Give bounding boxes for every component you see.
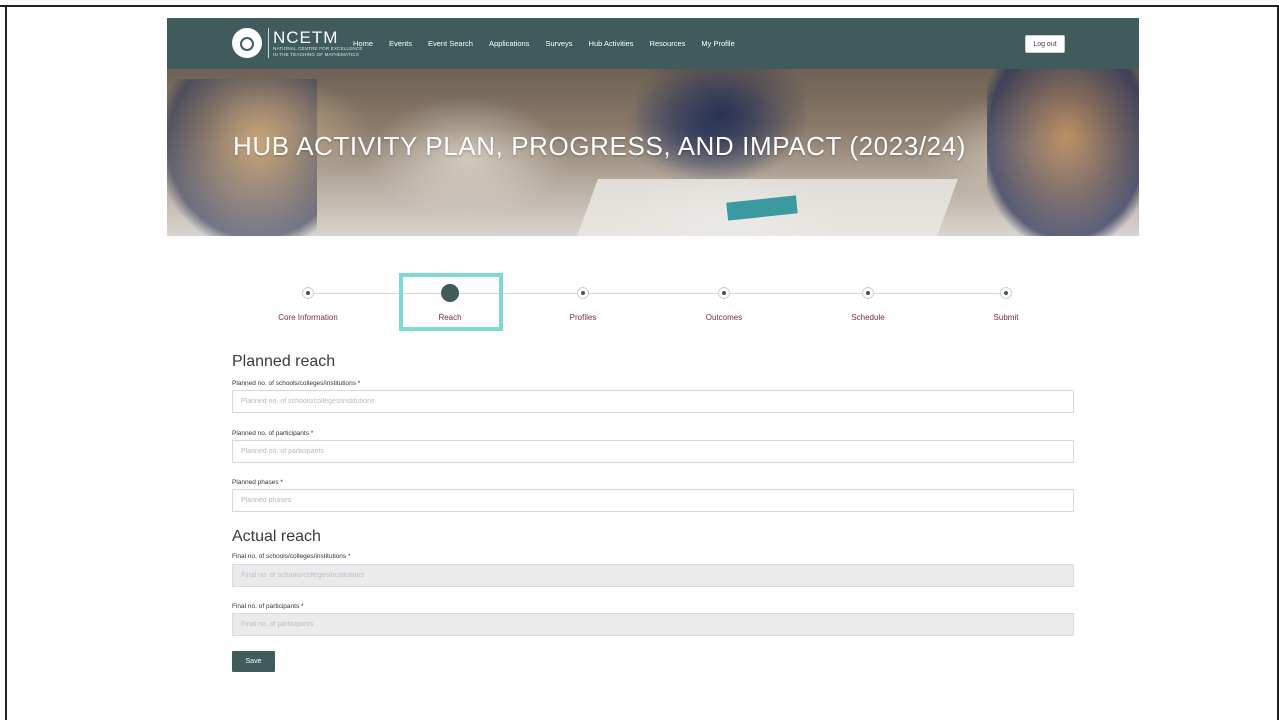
window-border-left xyxy=(5,5,7,720)
hero-photo-child-right xyxy=(987,69,1139,236)
hero-banner: HUB ACTIVITY PLAN, PROGRESS, AND IMPACT … xyxy=(167,69,1139,236)
actual-reach-title: Actual reach xyxy=(232,528,321,545)
nav-applications[interactable]: Applications xyxy=(489,39,529,48)
planned-phases-input[interactable] xyxy=(232,489,1074,512)
nav-my-profile[interactable]: My Profile xyxy=(701,39,734,48)
step-label: Core Information xyxy=(278,313,338,322)
final-participants-label: Final no. of participants * xyxy=(232,603,304,610)
step-dot-icon xyxy=(862,287,874,299)
step-core-information[interactable]: Core Information xyxy=(248,282,368,322)
step-outcomes[interactable]: Outcomes xyxy=(664,282,784,322)
planned-schools-input[interactable] xyxy=(232,390,1074,413)
nav-hub-activities[interactable]: Hub Activities xyxy=(589,39,634,48)
step-label: Schedule xyxy=(851,313,885,322)
step-dot-icon xyxy=(1000,287,1012,299)
nav-events[interactable]: Events xyxy=(389,39,412,48)
site-header: NCETM NATIONAL CENTRE FOR EXCELLENCE IN … xyxy=(167,18,1139,69)
step-dot-icon xyxy=(577,287,589,299)
progress-stepper: Core Information Reach Profiles Outcomes… xyxy=(232,282,1074,332)
planned-reach-title: Planned reach xyxy=(232,353,336,370)
logout-button[interactable]: Log out xyxy=(1025,35,1065,53)
logo-title: NCETM xyxy=(273,27,339,47)
logo-subtitle-1: NATIONAL CENTRE FOR EXCELLENCE xyxy=(273,45,363,51)
step-label: Outcomes xyxy=(705,313,743,322)
final-participants-input[interactable] xyxy=(232,613,1074,636)
page-title: HUB ACTIVITY PLAN, PROGRESS, AND IMPACT … xyxy=(233,131,967,161)
planned-schools-label: Planned no. of schools/colleges/institut… xyxy=(232,380,361,387)
planned-participants-label: Planned no. of participants * xyxy=(232,430,314,437)
nav-resources[interactable]: Resources xyxy=(650,39,686,48)
planned-participants-input[interactable] xyxy=(232,440,1074,463)
hero-photo-child-center xyxy=(637,69,807,179)
step-label: Profiles xyxy=(569,313,597,322)
step-submit[interactable]: Submit xyxy=(946,282,1066,322)
window-border-top xyxy=(0,5,1279,7)
save-button[interactable]: Save xyxy=(232,651,275,672)
step-dot-icon xyxy=(718,287,730,299)
step-profiles[interactable]: Profiles xyxy=(523,282,643,322)
ncetm-logo[interactable]: NCETM NATIONAL CENTRE FOR EXCELLENCE IN … xyxy=(232,28,363,58)
main-nav: Home Events Event Search Applications Su… xyxy=(353,18,751,69)
nav-home[interactable]: Home xyxy=(353,39,373,48)
final-schools-input[interactable] xyxy=(232,564,1074,587)
active-step-highlight xyxy=(399,273,503,331)
planned-phases-label: Planned phases * xyxy=(232,479,283,486)
step-label: Submit xyxy=(993,313,1019,322)
final-schools-label: Final no. of schools/colleges/institutio… xyxy=(232,553,351,560)
logo-subtitle-2: IN THE TEACHING OF MATHEMATICS xyxy=(273,51,359,57)
step-schedule[interactable]: Schedule xyxy=(808,282,928,322)
step-dot-icon xyxy=(302,287,314,299)
nav-surveys[interactable]: Surveys xyxy=(545,39,572,48)
logo-divider xyxy=(268,28,269,58)
nav-event-search[interactable]: Event Search xyxy=(428,39,473,48)
logo-mark-icon xyxy=(232,28,262,58)
